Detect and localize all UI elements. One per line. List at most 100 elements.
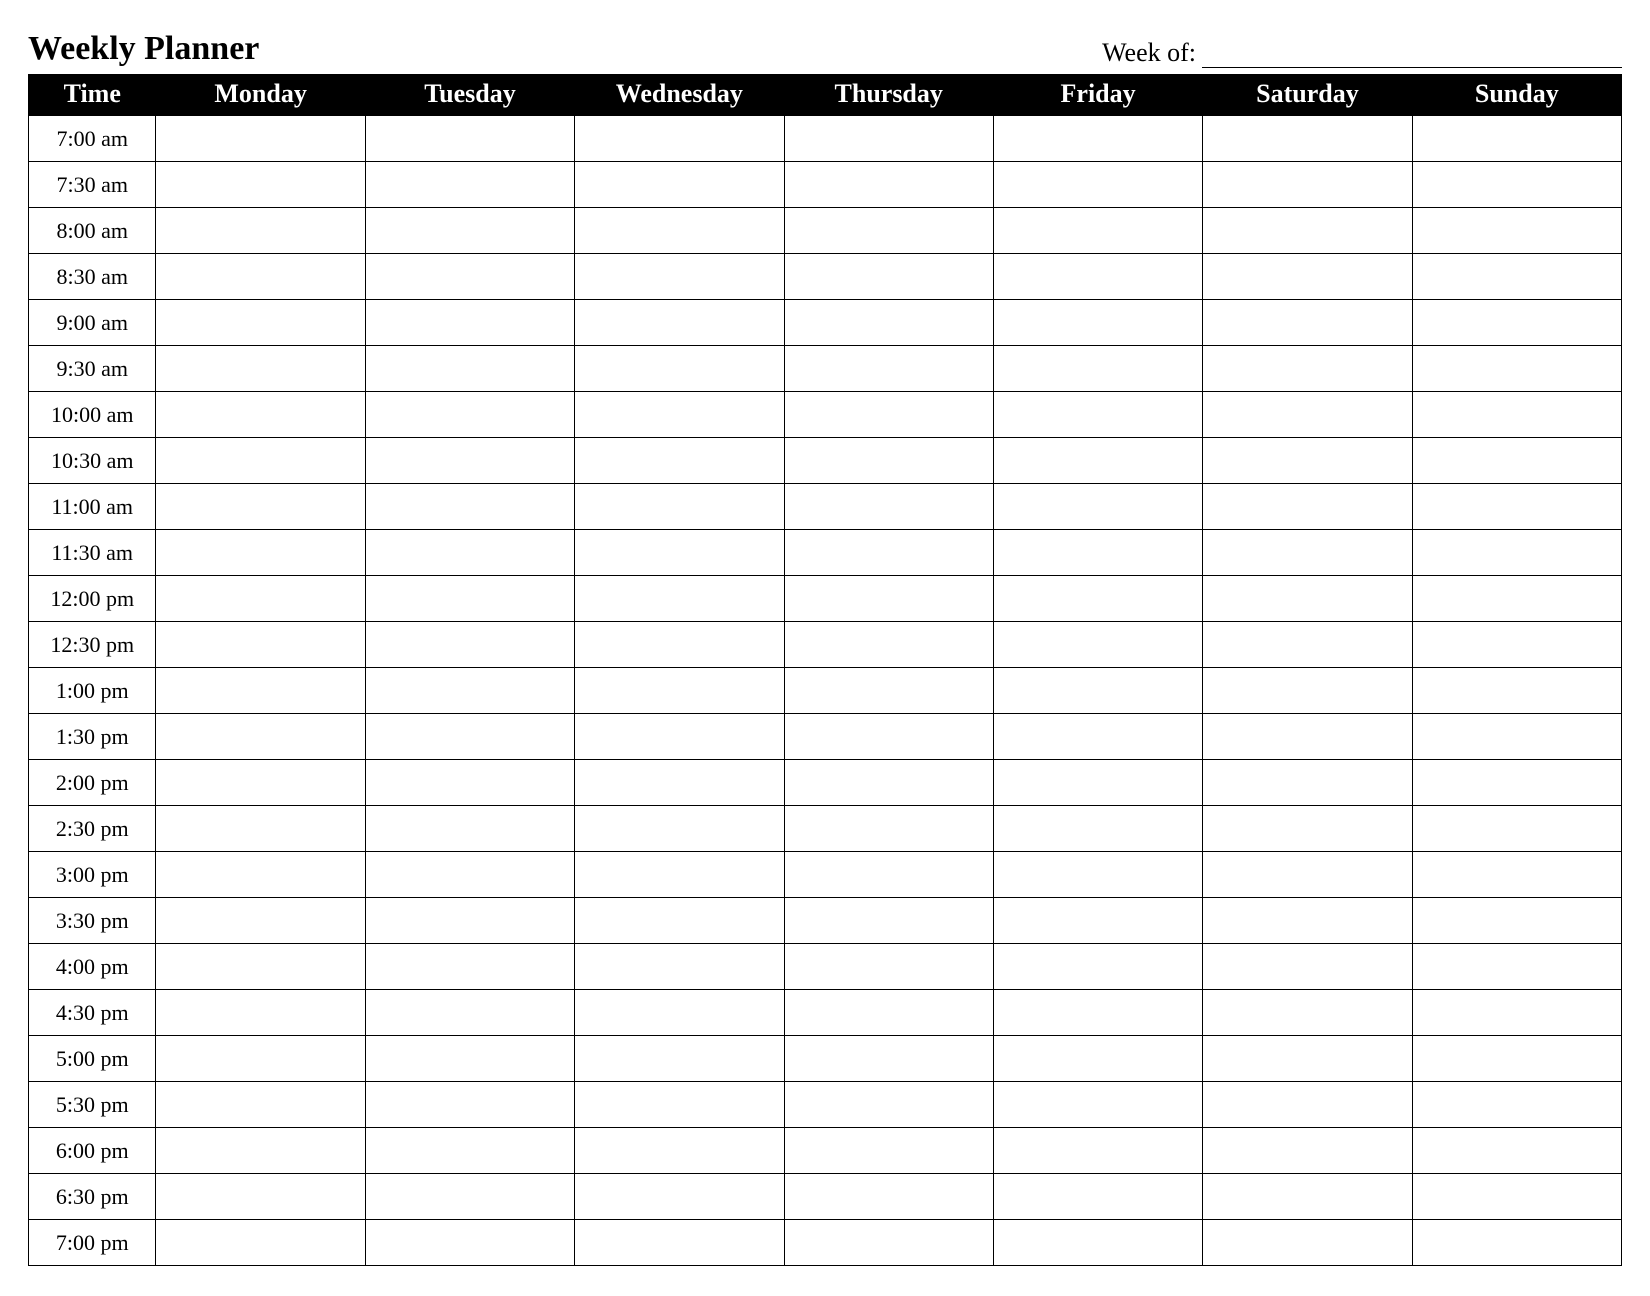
planner-cell[interactable]: [1412, 990, 1621, 1036]
planner-cell[interactable]: [1203, 1082, 1412, 1128]
planner-cell[interactable]: [156, 484, 365, 530]
planner-cell[interactable]: [993, 1220, 1202, 1266]
planner-cell[interactable]: [784, 254, 993, 300]
planner-cell[interactable]: [575, 1174, 784, 1220]
planner-cell[interactable]: [993, 1174, 1202, 1220]
planner-cell[interactable]: [784, 1220, 993, 1266]
planner-cell[interactable]: [575, 1082, 784, 1128]
planner-cell[interactable]: [575, 760, 784, 806]
planner-cell[interactable]: [575, 208, 784, 254]
planner-cell[interactable]: [784, 714, 993, 760]
planner-cell[interactable]: [1412, 392, 1621, 438]
planner-cell[interactable]: [1412, 346, 1621, 392]
planner-cell[interactable]: [156, 1036, 365, 1082]
planner-cell[interactable]: [1203, 852, 1412, 898]
planner-cell[interactable]: [365, 254, 574, 300]
planner-cell[interactable]: [1203, 898, 1412, 944]
planner-cell[interactable]: [1203, 944, 1412, 990]
planner-cell[interactable]: [1203, 392, 1412, 438]
planner-cell[interactable]: [993, 622, 1202, 668]
planner-cell[interactable]: [993, 484, 1202, 530]
planner-cell[interactable]: [1412, 576, 1621, 622]
planner-cell[interactable]: [993, 760, 1202, 806]
planner-cell[interactable]: [156, 576, 365, 622]
planner-cell[interactable]: [575, 162, 784, 208]
planner-cell[interactable]: [784, 208, 993, 254]
planner-cell[interactable]: [156, 852, 365, 898]
planner-cell[interactable]: [1203, 576, 1412, 622]
planner-cell[interactable]: [575, 668, 784, 714]
planner-cell[interactable]: [365, 484, 574, 530]
planner-cell[interactable]: [993, 300, 1202, 346]
planner-cell[interactable]: [575, 254, 784, 300]
planner-cell[interactable]: [365, 1128, 574, 1174]
planner-cell[interactable]: [1412, 116, 1621, 162]
planner-cell[interactable]: [784, 760, 993, 806]
planner-cell[interactable]: [156, 392, 365, 438]
planner-cell[interactable]: [575, 484, 784, 530]
planner-cell[interactable]: [156, 944, 365, 990]
planner-cell[interactable]: [156, 714, 365, 760]
planner-cell[interactable]: [575, 944, 784, 990]
planner-cell[interactable]: [365, 116, 574, 162]
planner-cell[interactable]: [575, 1036, 784, 1082]
planner-cell[interactable]: [1412, 300, 1621, 346]
planner-cell[interactable]: [156, 1082, 365, 1128]
planner-cell[interactable]: [365, 714, 574, 760]
planner-cell[interactable]: [993, 990, 1202, 1036]
planner-cell[interactable]: [365, 576, 574, 622]
planner-cell[interactable]: [784, 944, 993, 990]
planner-cell[interactable]: [365, 760, 574, 806]
week-of-input-line[interactable]: [1202, 42, 1622, 68]
planner-cell[interactable]: [993, 254, 1202, 300]
planner-cell[interactable]: [365, 806, 574, 852]
planner-cell[interactable]: [156, 760, 365, 806]
planner-cell[interactable]: [784, 576, 993, 622]
planner-cell[interactable]: [784, 898, 993, 944]
planner-cell[interactable]: [365, 392, 574, 438]
planner-cell[interactable]: [156, 346, 365, 392]
planner-cell[interactable]: [1412, 898, 1621, 944]
planner-cell[interactable]: [575, 530, 784, 576]
planner-cell[interactable]: [1203, 1128, 1412, 1174]
planner-cell[interactable]: [156, 1128, 365, 1174]
planner-cell[interactable]: [784, 1128, 993, 1174]
planner-cell[interactable]: [993, 208, 1202, 254]
planner-cell[interactable]: [365, 346, 574, 392]
planner-cell[interactable]: [156, 300, 365, 346]
planner-cell[interactable]: [156, 530, 365, 576]
planner-cell[interactable]: [784, 1036, 993, 1082]
planner-cell[interactable]: [365, 300, 574, 346]
planner-cell[interactable]: [1203, 1036, 1412, 1082]
planner-cell[interactable]: [993, 668, 1202, 714]
planner-cell[interactable]: [784, 852, 993, 898]
planner-cell[interactable]: [1203, 1174, 1412, 1220]
planner-cell[interactable]: [575, 116, 784, 162]
planner-cell[interactable]: [993, 944, 1202, 990]
planner-cell[interactable]: [1203, 484, 1412, 530]
planner-cell[interactable]: [575, 990, 784, 1036]
planner-cell[interactable]: [784, 668, 993, 714]
planner-cell[interactable]: [365, 622, 574, 668]
planner-cell[interactable]: [784, 806, 993, 852]
planner-cell[interactable]: [1203, 438, 1412, 484]
planner-cell[interactable]: [784, 116, 993, 162]
planner-cell[interactable]: [1203, 116, 1412, 162]
planner-cell[interactable]: [575, 576, 784, 622]
planner-cell[interactable]: [365, 852, 574, 898]
planner-cell[interactable]: [784, 162, 993, 208]
planner-cell[interactable]: [1412, 208, 1621, 254]
planner-cell[interactable]: [1203, 254, 1412, 300]
planner-cell[interactable]: [365, 162, 574, 208]
planner-cell[interactable]: [784, 1082, 993, 1128]
planner-cell[interactable]: [575, 806, 784, 852]
planner-cell[interactable]: [575, 392, 784, 438]
planner-cell[interactable]: [575, 300, 784, 346]
planner-cell[interactable]: [1412, 1128, 1621, 1174]
planner-cell[interactable]: [1412, 484, 1621, 530]
planner-cell[interactable]: [156, 806, 365, 852]
planner-cell[interactable]: [993, 1036, 1202, 1082]
planner-cell[interactable]: [1412, 806, 1621, 852]
planner-cell[interactable]: [156, 622, 365, 668]
planner-cell[interactable]: [365, 898, 574, 944]
